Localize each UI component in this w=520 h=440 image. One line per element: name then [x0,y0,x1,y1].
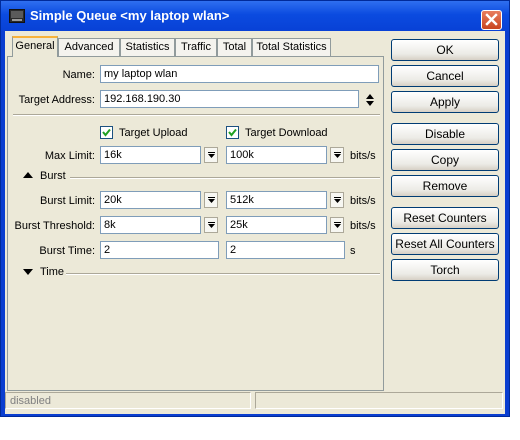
tab-label: Traffic [181,41,211,53]
checkmark-icon [228,128,237,137]
collapse-up-icon[interactable] [23,172,33,179]
remove-button[interactable]: Remove [391,175,499,197]
checkmark-icon [102,128,111,137]
target-address-field[interactable]: 192.168.190.30 [100,90,359,108]
burst-threshold-upload-field[interactable]: 8k [100,216,201,234]
separator [13,114,380,116]
close-button[interactable] [481,10,502,30]
target-upload-checkbox[interactable] [100,126,113,139]
tab-total-statistics[interactable]: Total Statistics [252,38,331,56]
tab-traffic[interactable]: Traffic [175,38,217,56]
dropdown-arrow-icon [208,222,215,228]
target-download-label: Target Download [245,127,328,139]
tab-label: Total Statistics [256,41,327,53]
reset-counters-button[interactable]: Reset Counters [391,207,499,229]
tab-statistics[interactable]: Statistics [120,38,175,56]
tab-label: Total [222,41,247,53]
tab-advanced[interactable]: Advanced [58,38,120,56]
tab-general[interactable]: General [12,36,58,57]
burst-time-download-field[interactable]: 2 [226,241,345,259]
disable-button[interactable]: Disable [391,123,499,145]
max-limit-download-field[interactable]: 100k [226,146,327,164]
tab-label: Statistics [125,41,170,53]
separator [70,177,380,179]
tab-label: General [15,40,55,52]
burst-limit-download-field[interactable]: 512k [226,191,327,209]
burst-time-label: Burst Time: [39,245,95,257]
burst-threshold-upload-dropdown[interactable] [204,217,218,233]
burst-limit-upload-dropdown[interactable] [204,192,218,208]
app-icon [9,9,25,23]
burst-threshold-download-dropdown[interactable] [330,217,344,233]
time-section-header[interactable]: Time [40,266,64,278]
max-limit-upload-dropdown[interactable] [204,147,218,163]
tab-total[interactable]: Total [217,38,252,56]
dropdown-arrow-icon [334,222,341,228]
cancel-button[interactable]: Cancel [391,65,499,87]
target-upload-label: Target Upload [119,127,188,139]
status-cell-empty [255,392,503,409]
burst-limit-label: Burst Limit: [39,195,95,207]
burst-threshold-download-field[interactable]: 25k [226,216,327,234]
reset-all-counters-button[interactable]: Reset All Counters [391,233,499,255]
max-limit-upload-field[interactable]: 16k [100,146,201,164]
burst-limit-download-dropdown[interactable] [330,192,344,208]
target-download-checkbox[interactable] [226,126,239,139]
name-label: Name: [62,69,95,81]
dropdown-arrow-icon [208,197,215,203]
burst-threshold-label: Burst Threshold: [14,220,95,232]
general-panel: Name: my laptop wlan Target Address: 192… [7,56,384,391]
name-field[interactable]: my laptop wlan [100,65,379,83]
dropdown-arrow-icon [334,197,341,203]
dropdown-arrow-icon [208,152,215,158]
unit-label: s [350,245,356,257]
burst-limit-upload-field[interactable]: 20k [100,191,201,209]
up-down-arrows-icon[interactable] [365,93,375,107]
tab-label: Advanced [64,41,114,53]
torch-button[interactable]: Torch [391,259,499,281]
expand-down-icon[interactable] [23,269,33,276]
simple-queue-window: Simple Queue <my laptop wlan> General Ad… [0,0,510,417]
unit-label: bits/s [350,150,376,162]
dialog-body: General Advanced Statistics Traffic Tota… [5,31,505,414]
ok-button[interactable]: OK [391,39,499,61]
max-limit-download-dropdown[interactable] [330,147,344,163]
window-title: Simple Queue <my laptop wlan> [30,8,230,23]
max-limit-label: Max Limit: [44,150,95,162]
close-icon [485,13,498,26]
unit-label: bits/s [350,220,376,232]
unit-label: bits/s [350,195,376,207]
target-address-label: Target Address: [18,94,95,106]
apply-button[interactable]: Apply [391,91,499,113]
burst-time-upload-field[interactable]: 2 [100,241,219,259]
copy-button[interactable]: Copy [391,149,499,171]
title-bar[interactable]: Simple Queue <my laptop wlan> [1,1,509,31]
status-text: disabled [5,392,251,409]
dropdown-arrow-icon [334,152,341,158]
burst-section-header[interactable]: Burst [40,170,66,182]
separator [66,273,380,275]
